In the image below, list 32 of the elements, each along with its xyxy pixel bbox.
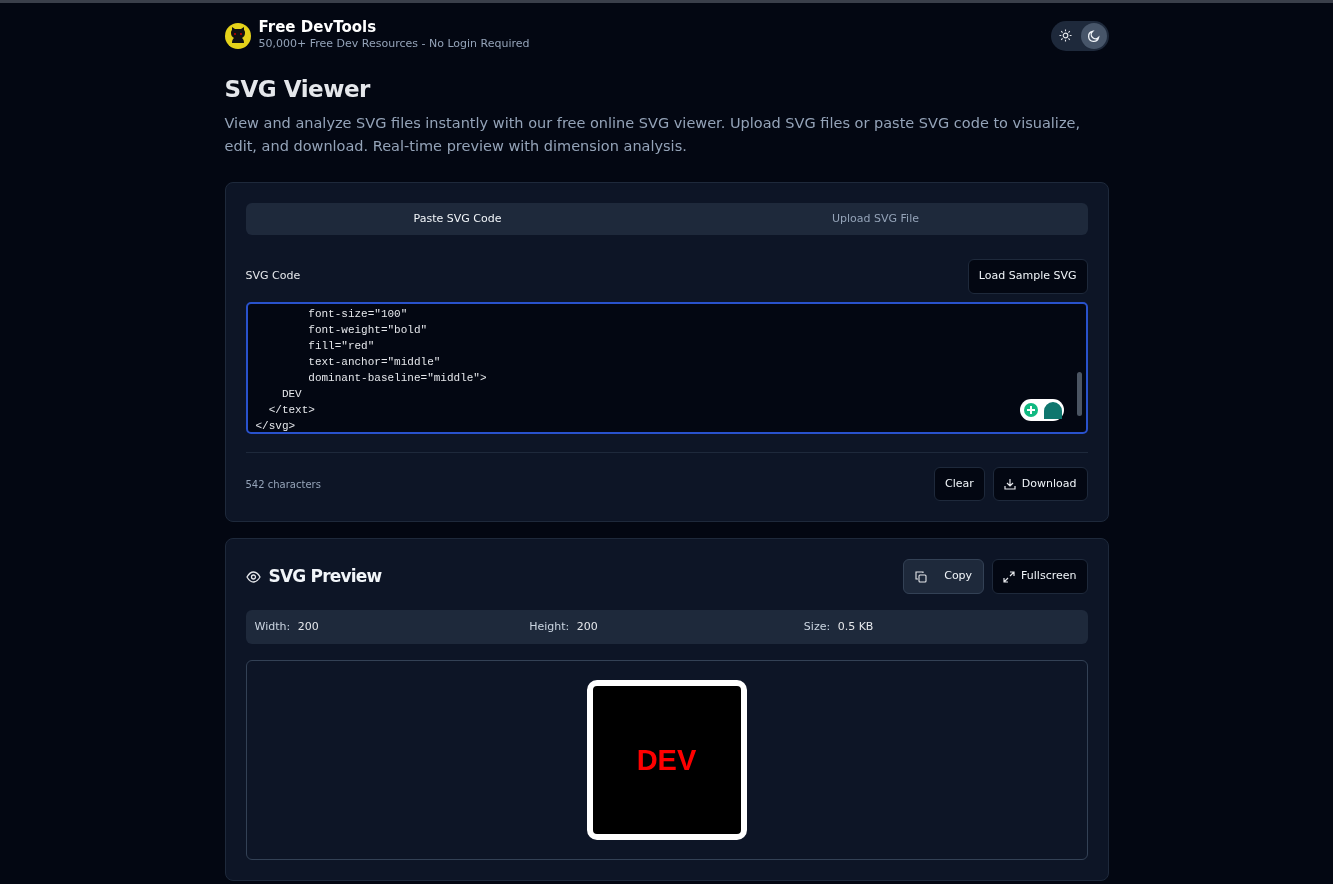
tab[interactable]: Paste SVG Code <box>248 205 667 233</box>
dark-theme-button[interactable] <box>1080 22 1107 49</box>
load-sample-button[interactable]: Load Sample SVG <box>967 259 1088 294</box>
fullscreen-button[interactable]: Fullscreen <box>992 559 1088 594</box>
page-description: View and analyze SVG files instantly with our free online SVG viewer. Upload SVG files or paste SVG code to visualize, edit, and download. Real-time preview with dimension analysis. <box>224 113 1082 156</box>
stat-value: 0.5 KB <box>837 619 874 633</box>
eye-icon <box>245 570 261 583</box>
brand-name[interactable]: Free DevTools <box>258 19 530 36</box>
tab[interactable]: Upload SVG File <box>666 205 1085 233</box>
stat-value: 200 <box>297 619 319 633</box>
page-title: SVG Viewer <box>224 76 372 104</box>
moon-icon <box>1086 28 1101 43</box>
stat-value: 200 <box>576 619 598 633</box>
tagline: 50,000+ Free Dev Resources - No Login Required <box>258 35 530 52</box>
download-icon <box>1003 478 1016 491</box>
stat-label: Size: <box>803 619 831 633</box>
expand-icon <box>1003 570 1016 583</box>
field-label: SVG Code <box>245 268 301 285</box>
assistant-widget-icon[interactable] <box>1019 399 1064 422</box>
cat-logo-icon <box>224 22 251 49</box>
copy-icon <box>915 570 928 583</box>
sun-icon <box>1059 29 1072 42</box>
character-count: 542 characters <box>245 477 321 492</box>
section-title: SVG Preview <box>268 564 382 588</box>
stat-label: Width: <box>254 619 291 633</box>
scrollbar[interactable] <box>1076 371 1082 416</box>
clear-button[interactable]: Clear <box>934 466 985 502</box>
code-editor[interactable]: font-size="100" font-weight="bold" fill="red" text-anchor="middle" dominant-baseline="middle"> DEV </text> </svg> <box>245 301 1088 434</box>
download-button[interactable]: Download <box>992 466 1088 502</box>
svg-text: DEV <box>636 742 697 778</box>
stat-label: Height: <box>529 619 570 633</box>
copy-button[interactable]: Copy <box>903 559 985 594</box>
